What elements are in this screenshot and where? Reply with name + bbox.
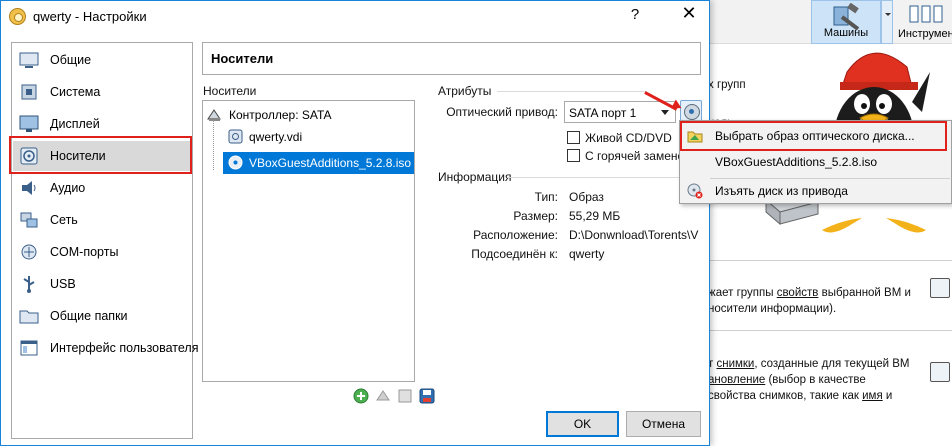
info-type-label: Тип: [534,190,558,204]
settings-dialog: qwerty - Настройки ? ✕ Общие Система Дис… [0,0,710,446]
sidebar-item-user-interface[interactable]: Интерфейс пользователя [13,333,198,363]
sidebar-item-audio[interactable]: Аудио [13,173,191,203]
welcome-text-groups: х групп [708,79,746,91]
help-button[interactable]: ? [625,6,645,23]
sidebar-item-network[interactable]: Сеть [13,205,191,235]
sidebar-item-display[interactable]: Дисплей [13,109,191,139]
snapshots-separator [706,330,952,331]
tree-item-hard-disk[interactable]: qwerty.vdi [203,127,414,147]
shared-folders-icon [19,310,39,324]
add-controller-icon[interactable] [353,388,369,404]
storage-section-label: Носители [203,84,257,98]
properties-link[interactable]: свойств [777,287,819,299]
sata-controller-icon [207,109,221,121]
network-icon [20,212,38,228]
optical-drive-label: Оптический привод: [446,105,558,119]
info-size-value: 55,29 МБ [569,209,621,223]
display-icon [19,115,39,132]
virtualbox-app-icon [9,8,26,25]
user-interface-icon [20,340,38,356]
audio-icon [22,181,36,195]
serial-ports-icon [21,244,37,260]
storage-tree[interactable]: Контроллер: SATA qwerty.vdi VBoxGuestAdd… [202,100,415,382]
restore-link[interactable]: ановление [708,374,765,386]
tree-item-optical-disc[interactable]: VBoxGuestAdditions_5.2.8.iso [223,152,414,174]
live-cd-checkbox[interactable] [567,131,580,144]
details-description-line-2: носители информации). [708,303,837,315]
details-separator [706,260,952,261]
machines-tool-button[interactable]: Машины [811,0,881,44]
sidebar-item-system[interactable]: Система [13,77,191,107]
info-attached-value: qwerty [569,247,605,261]
optical-disc-icon [228,155,243,170]
live-cd-label: Живой CD/DVD [585,131,672,145]
snapshots-description-line-1: т снимки, созданные для текущей ВМ [708,358,910,370]
tools-button[interactable]: Инструменты [898,0,952,44]
information-separator [507,177,701,178]
snapshots-link[interactable]: снимки [716,358,754,370]
info-location-value: D:\Donwnload\Torents\V [569,228,699,242]
tree-item-sata-controller[interactable]: Контроллер: SATA [203,105,414,125]
manager-toolbar: Машины Инструменты [706,0,952,44]
hard-disk-icon [228,129,243,144]
tools-icon [909,5,943,23]
snapshots-tool-icon[interactable] [930,362,950,382]
menu-item-guest-additions-iso[interactable]: VBoxGuestAdditions_5.2.8.iso [681,150,952,174]
attributes-section-label: Атрибуты [438,84,492,98]
save-icon[interactable] [419,388,435,404]
cancel-button[interactable]: Отмена [626,411,701,437]
machines-dropdown-arrow[interactable] [881,0,893,44]
information-section-label: Информация [438,170,512,184]
page-title: Носители [211,51,274,66]
system-icon [21,84,37,100]
sidebar-item-shared-folders[interactable]: Общие папки [13,301,191,331]
sidebar-item-general[interactable]: Общие [13,45,191,75]
dialog-title: qwerty - Настройки [33,9,147,24]
dialog-titlebar: qwerty - Настройки ? ✕ [1,1,709,32]
tree-guide-line [213,120,214,170]
hot-pluggable-checkbox[interactable] [567,149,580,162]
snapshots-description-line-3: свойства снимков, такие как имя и [708,390,893,402]
sidebar-item-usb[interactable]: USB [13,269,191,299]
sidebar-item-com-ports[interactable]: COM-порты [13,237,191,267]
menu-item-remove-disk[interactable]: Изъять диск из привода [681,179,952,203]
attributes-separator [497,91,647,92]
hot-pluggable-label: С горячей заменой [585,149,680,163]
storage-highlight-annotation [9,136,192,174]
info-attached-label: Подсоединён к: [471,247,558,261]
name-link[interactable]: имя [862,390,883,402]
info-location-label: Расположение: [473,228,558,242]
chevron-down-icon [661,110,669,119]
settings-sidebar: Общие Система Дисплей Носители Аудио Сет… [11,42,198,439]
info-size-label: Размер: [513,209,558,223]
usb-icon [23,276,35,293]
page-header: Носители [202,42,701,75]
optical-drive-select[interactable]: SATA порт 1 [564,101,676,123]
ok-button[interactable]: OK [546,411,619,437]
close-button[interactable]: ✕ [677,3,701,24]
details-description-line-1: жает группы свойств выбранной ВМ и [708,287,911,299]
menu-highlight-annotation [680,121,947,151]
remove-disk-icon [687,183,703,199]
general-icon [19,52,39,68]
details-tool-icon[interactable] [930,278,950,298]
snapshots-description-line-2: ановление (выбор в качестве [708,374,866,386]
